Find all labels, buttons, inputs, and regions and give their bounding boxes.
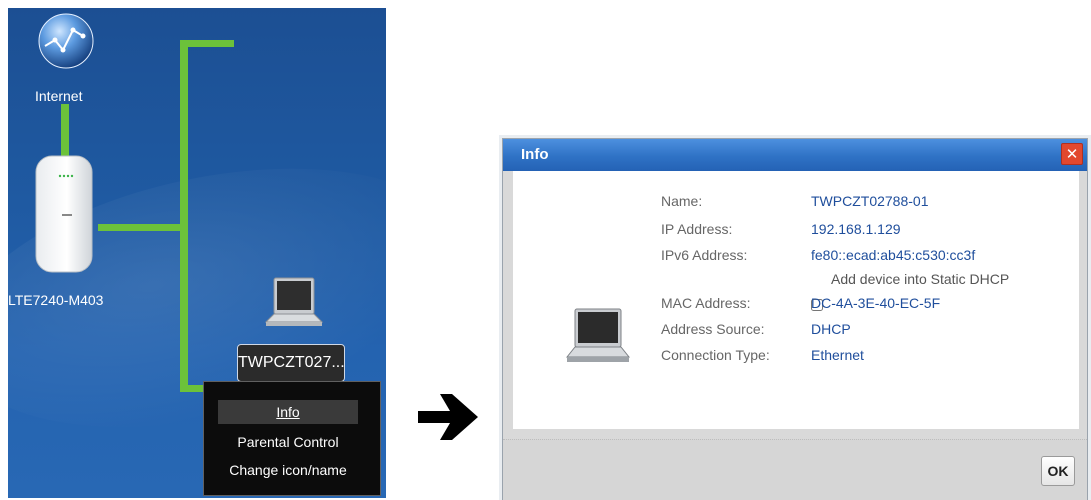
device-context-menu: Info Parental Control Change icon/name: [203, 381, 381, 496]
arrow-right-icon: [418, 394, 478, 440]
static-dhcp-label: Add device into Static DHCP: [831, 271, 1010, 287]
field-label-ipv6: IPv6 Address:: [661, 247, 748, 263]
network-map: Internet LTE7240-M403 TWPCZT027... Info …: [8, 8, 386, 498]
ok-button[interactable]: OK: [1041, 456, 1075, 486]
close-button[interactable]: ✕: [1061, 143, 1083, 165]
link-trunk-router: [98, 224, 186, 231]
dialog-body: Name: TWPCZT02788-01 IP Address: 192.168…: [513, 171, 1079, 429]
device-name-label[interactable]: TWPCZT027...: [237, 344, 345, 382]
laptop-icon[interactable]: [262, 274, 326, 338]
dialog-title-bar: Info ✕: [503, 139, 1087, 171]
field-value-name: TWPCZT02788-01: [811, 193, 929, 209]
close-icon: ✕: [1065, 145, 1079, 163]
link-trunk-top: [180, 40, 234, 47]
field-value-connection-type: Ethernet: [811, 347, 864, 363]
dialog-footer: OK: [503, 439, 1087, 500]
field-label-connection-type: Connection Type:: [661, 347, 770, 363]
field-label-mac: MAC Address:: [661, 295, 751, 311]
field-value-mac: DC-4A-3E-40-EC-5F: [811, 295, 941, 311]
laptop-icon: [565, 308, 631, 362]
router-icon[interactable]: [28, 148, 98, 278]
router-label: LTE7240-M403: [8, 292, 104, 308]
dialog-title: Info: [521, 146, 549, 163]
menu-item-parental-control[interactable]: Parental Control: [218, 430, 358, 454]
field-label-address-source: Address Source:: [661, 321, 765, 337]
field-value-ip: 192.168.1.129: [811, 221, 901, 237]
info-dialog: Info ✕ Name: TWPCZT02788-01 IP Address: …: [502, 138, 1088, 500]
globe-icon[interactable]: [37, 12, 95, 70]
link-trunk-vertical: [180, 40, 188, 392]
field-value-ipv6: fe80::ecad:ab45:c530:cc3f: [811, 247, 976, 263]
menu-item-info[interactable]: Info: [218, 400, 358, 424]
menu-item-change-icon-name[interactable]: Change icon/name: [218, 458, 358, 482]
field-value-address-source: DHCP: [811, 321, 851, 337]
internet-label: Internet: [35, 88, 83, 104]
field-label-ip: IP Address:: [661, 221, 733, 237]
field-label-name: Name:: [661, 193, 703, 209]
